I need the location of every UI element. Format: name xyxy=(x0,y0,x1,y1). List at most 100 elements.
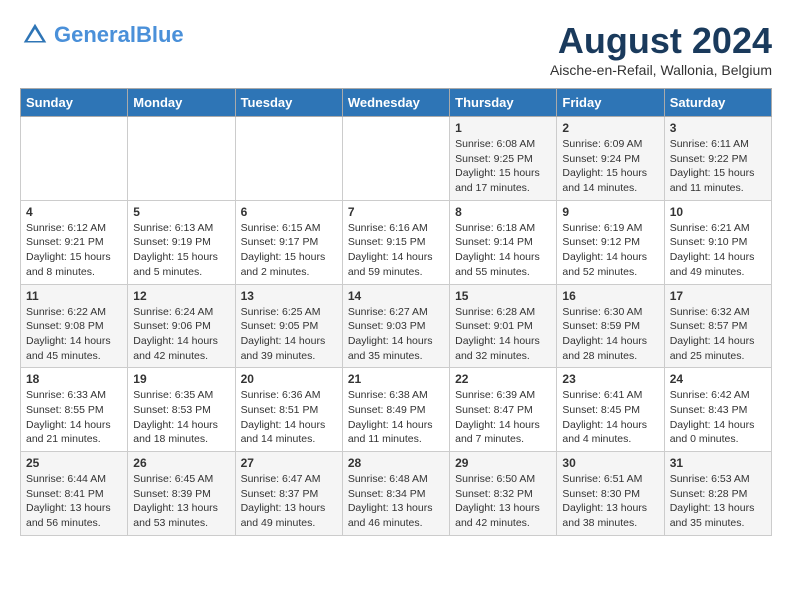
weekday-header: Wednesday xyxy=(342,89,449,117)
cell-info: Sunrise: 6:09 AM Sunset: 9:24 PM Dayligh… xyxy=(562,137,658,196)
calendar-cell: 7Sunrise: 6:16 AM Sunset: 9:15 PM Daylig… xyxy=(342,200,449,284)
logo: GeneralBlue xyxy=(20,20,184,50)
day-number: 12 xyxy=(133,289,229,303)
calendar-cell: 31 Sunrise: 6:53 AM Sunset: 8:28 PM Dayli… xyxy=(664,452,771,536)
day-number: 27 xyxy=(241,456,337,470)
calendar-cell: 4Sunrise: 6:12 AM Sunset: 9:21 PM Daylig… xyxy=(21,200,128,284)
calendar-cell: 22 Sunrise: 6:39 AM Sunset: 8:47 PM Dayli… xyxy=(450,368,557,452)
cell-info: Sunrise: 6:39 AM Sunset: 8:47 PM Dayligh… xyxy=(455,388,551,447)
cell-info: Sunrise: 6:51 AM Sunset: 8:30 PM Dayligh… xyxy=(562,472,658,531)
month-year: August 2024 xyxy=(550,20,772,62)
calendar-table: SundayMondayTuesdayWednesdayThursdayFrid… xyxy=(20,88,772,536)
day-number: 3 xyxy=(670,121,766,135)
weekday-header: Thursday xyxy=(450,89,557,117)
page-header: GeneralBlue August 2024 Aische-en-Refail… xyxy=(20,20,772,78)
weekday-header: Tuesday xyxy=(235,89,342,117)
cell-info: Sunrise: 6:47 AM Sunset: 8:37 PM Dayligh… xyxy=(241,472,337,531)
calendar-cell: 18 Sunrise: 6:33 AM Sunset: 8:55 PM Dayli… xyxy=(21,368,128,452)
cell-info: Sunrise: 6:30 AM Sunset: 8:59 PM Dayligh… xyxy=(562,305,658,364)
cell-info: Sunrise: 6:48 AM Sunset: 8:34 PM Dayligh… xyxy=(348,472,444,531)
cell-info: Sunrise: 6:19 AM Sunset: 9:12 PM Dayligh… xyxy=(562,221,658,280)
calendar-cell: 20 Sunrise: 6:36 AM Sunset: 8:51 PM Dayli… xyxy=(235,368,342,452)
day-number: 4 xyxy=(26,205,122,219)
day-number: 13 xyxy=(241,289,337,303)
calendar-cell: 29 Sunrise: 6:50 AM Sunset: 8:32 PM Dayli… xyxy=(450,452,557,536)
cell-info: Sunrise: 6:22 AM Sunset: 9:08 PM Dayligh… xyxy=(26,305,122,364)
calendar-cell: 11Sunrise: 6:22 AM Sunset: 9:08 PM Dayli… xyxy=(21,284,128,368)
day-number: 20 xyxy=(241,372,337,386)
calendar-cell: 15 Sunrise: 6:28 AM Sunset: 9:01 PM Dayli… xyxy=(450,284,557,368)
day-number: 17 xyxy=(670,289,766,303)
calendar-week-row: 1 Sunrise: 6:08 AM Sunset: 9:25 PM Daylig… xyxy=(21,117,772,201)
cell-info: Sunrise: 6:11 AM Sunset: 9:22 PM Dayligh… xyxy=(670,137,766,196)
cell-info: Sunrise: 6:28 AM Sunset: 9:01 PM Dayligh… xyxy=(455,305,551,364)
day-number: 19 xyxy=(133,372,229,386)
calendar-cell: 3 Sunrise: 6:11 AM Sunset: 9:22 PM Daylig… xyxy=(664,117,771,201)
day-number: 8 xyxy=(455,205,551,219)
calendar-cell: 17Sunrise: 6:32 AM Sunset: 8:57 PM Dayli… xyxy=(664,284,771,368)
calendar-cell: 8 Sunrise: 6:18 AM Sunset: 9:14 PM Daylig… xyxy=(450,200,557,284)
cell-info: Sunrise: 6:13 AM Sunset: 9:19 PM Dayligh… xyxy=(133,221,229,280)
day-number: 29 xyxy=(455,456,551,470)
cell-info: Sunrise: 6:38 AM Sunset: 8:49 PM Dayligh… xyxy=(348,388,444,447)
calendar-cell: 27 Sunrise: 6:47 AM Sunset: 8:37 PM Dayli… xyxy=(235,452,342,536)
weekday-header: Saturday xyxy=(664,89,771,117)
calendar-cell: 1 Sunrise: 6:08 AM Sunset: 9:25 PM Daylig… xyxy=(450,117,557,201)
day-number: 1 xyxy=(455,121,551,135)
calendar-cell: 14Sunrise: 6:27 AM Sunset: 9:03 PM Dayli… xyxy=(342,284,449,368)
cell-info: Sunrise: 6:18 AM Sunset: 9:14 PM Dayligh… xyxy=(455,221,551,280)
cell-info: Sunrise: 6:41 AM Sunset: 8:45 PM Dayligh… xyxy=(562,388,658,447)
day-number: 23 xyxy=(562,372,658,386)
day-number: 15 xyxy=(455,289,551,303)
cell-info: Sunrise: 6:33 AM Sunset: 8:55 PM Dayligh… xyxy=(26,388,122,447)
cell-info: Sunrise: 6:50 AM Sunset: 8:32 PM Dayligh… xyxy=(455,472,551,531)
calendar-cell: 9 Sunrise: 6:19 AM Sunset: 9:12 PM Daylig… xyxy=(557,200,664,284)
calendar-header-row: SundayMondayTuesdayWednesdayThursdayFrid… xyxy=(21,89,772,117)
day-number: 9 xyxy=(562,205,658,219)
cell-info: Sunrise: 6:21 AM Sunset: 9:10 PM Dayligh… xyxy=(670,221,766,280)
calendar-cell: 26Sunrise: 6:45 AM Sunset: 8:39 PM Dayli… xyxy=(128,452,235,536)
calendar-week-row: 18 Sunrise: 6:33 AM Sunset: 8:55 PM Dayli… xyxy=(21,368,772,452)
cell-info: Sunrise: 6:42 AM Sunset: 8:43 PM Dayligh… xyxy=(670,388,766,447)
cell-info: Sunrise: 6:25 AM Sunset: 9:05 PM Dayligh… xyxy=(241,305,337,364)
cell-info: Sunrise: 6:16 AM Sunset: 9:15 PM Dayligh… xyxy=(348,221,444,280)
cell-info: Sunrise: 6:15 AM Sunset: 9:17 PM Dayligh… xyxy=(241,221,337,280)
day-number: 10 xyxy=(670,205,766,219)
day-number: 16 xyxy=(562,289,658,303)
location: Aische-en-Refail, Wallonia, Belgium xyxy=(550,62,772,78)
day-number: 25 xyxy=(26,456,122,470)
calendar-cell: 12 Sunrise: 6:24 AM Sunset: 9:06 PM Dayli… xyxy=(128,284,235,368)
title-block: August 2024 Aische-en-Refail, Wallonia, … xyxy=(550,20,772,78)
day-number: 5 xyxy=(133,205,229,219)
day-number: 31 xyxy=(670,456,766,470)
day-number: 6 xyxy=(241,205,337,219)
calendar-week-row: 11Sunrise: 6:22 AM Sunset: 9:08 PM Dayli… xyxy=(21,284,772,368)
calendar-cell: 13 Sunrise: 6:25 AM Sunset: 9:05 PM Dayli… xyxy=(235,284,342,368)
day-number: 26 xyxy=(133,456,229,470)
calendar-week-row: 25 Sunrise: 6:44 AM Sunset: 8:41 PM Dayli… xyxy=(21,452,772,536)
cell-info: Sunrise: 6:53 AM Sunset: 8:28 PM Dayligh… xyxy=(670,472,766,531)
cell-info: Sunrise: 6:08 AM Sunset: 9:25 PM Dayligh… xyxy=(455,137,551,196)
day-number: 18 xyxy=(26,372,122,386)
day-number: 22 xyxy=(455,372,551,386)
calendar-cell: 6 Sunrise: 6:15 AM Sunset: 9:17 PM Daylig… xyxy=(235,200,342,284)
day-number: 2 xyxy=(562,121,658,135)
calendar-cell: 10 Sunrise: 6:21 AM Sunset: 9:10 PM Dayli… xyxy=(664,200,771,284)
logo-line1: General xyxy=(54,22,136,47)
logo-text: GeneralBlue xyxy=(54,23,184,47)
cell-info: Sunrise: 6:36 AM Sunset: 8:51 PM Dayligh… xyxy=(241,388,337,447)
cell-info: Sunrise: 6:24 AM Sunset: 9:06 PM Dayligh… xyxy=(133,305,229,364)
calendar-cell xyxy=(128,117,235,201)
calendar-cell: 28Sunrise: 6:48 AM Sunset: 8:34 PM Dayli… xyxy=(342,452,449,536)
calendar-cell: 25 Sunrise: 6:44 AM Sunset: 8:41 PM Dayli… xyxy=(21,452,128,536)
calendar-cell xyxy=(342,117,449,201)
calendar-cell: 23 Sunrise: 6:41 AM Sunset: 8:45 PM Dayli… xyxy=(557,368,664,452)
calendar-cell: 30Sunrise: 6:51 AM Sunset: 8:30 PM Dayli… xyxy=(557,452,664,536)
cell-info: Sunrise: 6:44 AM Sunset: 8:41 PM Dayligh… xyxy=(26,472,122,531)
logo-icon xyxy=(20,20,50,50)
calendar-cell xyxy=(21,117,128,201)
logo-line2: Blue xyxy=(136,22,184,47)
cell-info: Sunrise: 6:35 AM Sunset: 8:53 PM Dayligh… xyxy=(133,388,229,447)
calendar-cell: 24Sunrise: 6:42 AM Sunset: 8:43 PM Dayli… xyxy=(664,368,771,452)
calendar-cell: 21Sunrise: 6:38 AM Sunset: 8:49 PM Dayli… xyxy=(342,368,449,452)
